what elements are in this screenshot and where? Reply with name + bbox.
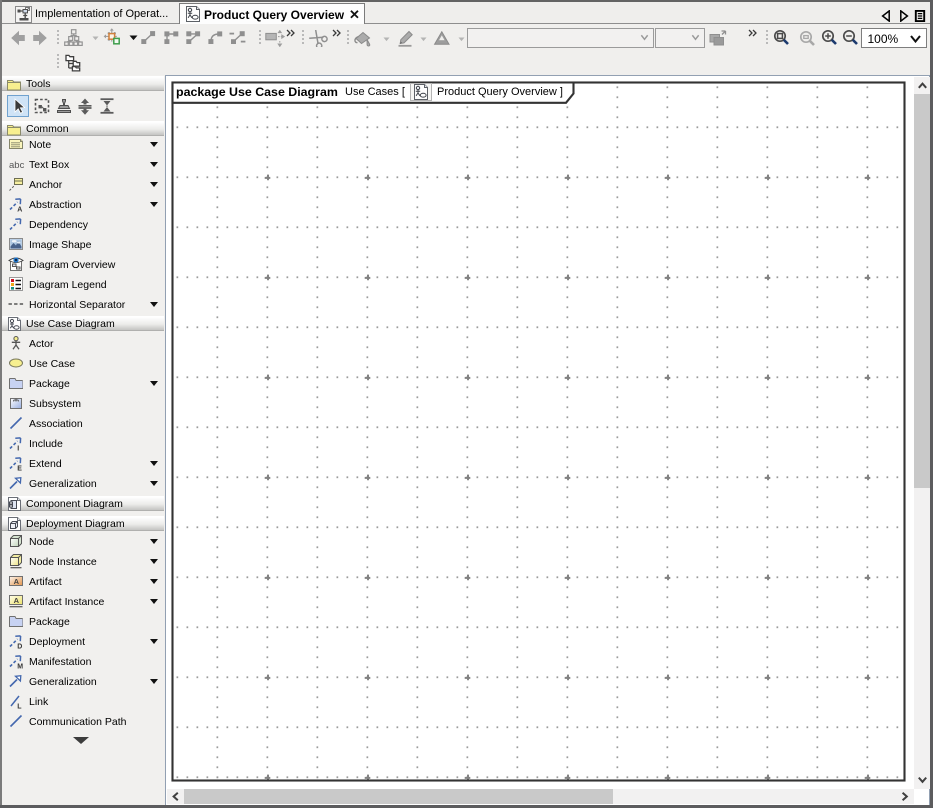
svg-text:A: A (14, 596, 20, 605)
svg-text:I: I (17, 446, 19, 452)
svg-text:E: E (17, 466, 22, 472)
svg-text:A: A (17, 207, 22, 213)
svg-text:L: L (17, 704, 22, 710)
svg-text:M: M (17, 664, 23, 670)
svg-text:A: A (14, 577, 20, 586)
svg-text:D: D (17, 644, 22, 650)
svg-text:abc: abc (9, 160, 24, 171)
